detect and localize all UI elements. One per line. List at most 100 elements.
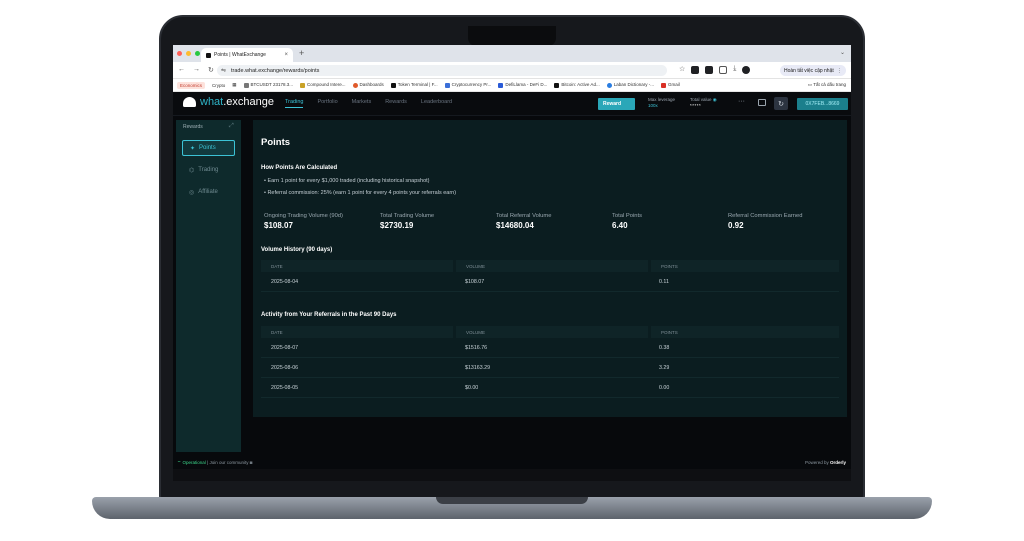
stat-label: Referral Commission Earned	[728, 213, 803, 219]
referral-activity-title: Activity from Your Referrals in the Past…	[261, 312, 397, 318]
nav-link-rewards[interactable]: Rewards	[385, 99, 407, 108]
bookmark-item[interactable]: Crypto	[212, 83, 225, 88]
all-bookmarks-folder[interactable]: ▭ Tất cả dấu trang	[808, 82, 846, 88]
nav-link-leaderboard[interactable]: Leaderboard	[421, 99, 452, 108]
update-button-label: Hoàn tất việc cập nhật	[784, 67, 834, 74]
screen: Points | WhatExchange × + ⌄ ← → ↻ ⇋ trad…	[173, 45, 851, 481]
cell-date: 2025-08-04	[271, 278, 299, 285]
stat-total-points: Total Points 6.40	[612, 213, 642, 230]
stat-ongoing-volume: Ongoing Trading Volume (90d) $108.07	[264, 213, 343, 230]
tab-list-chevron-icon[interactable]: ⌄	[840, 49, 845, 56]
bookmark-item[interactable]: Gmail	[660, 82, 680, 88]
more-menu-icon[interactable]: ···	[738, 98, 745, 105]
cell-volume: $0.00	[465, 384, 479, 391]
sidebar-item-points[interactable]: ✦ Points	[182, 140, 235, 156]
close-window-button[interactable]	[177, 51, 182, 56]
maximize-window-button[interactable]	[195, 51, 200, 56]
cell-date: 2025-08-05	[271, 384, 299, 391]
table-row: 2025-08-06 $13163.29 3.29	[261, 358, 839, 378]
extension-icon[interactable]	[705, 66, 714, 74]
sidebar-item-label: Affiliate	[198, 189, 218, 195]
page-title: Points	[261, 137, 291, 148]
bookmark-item[interactable]: Dashboards	[352, 82, 384, 88]
stat-total-trading-volume: Total Trading Volume $2730.19	[380, 213, 434, 230]
column-header: POINTS	[650, 260, 839, 272]
minimize-window-button[interactable]	[186, 51, 191, 56]
chat-icon[interactable]	[758, 99, 766, 106]
sidebar-item-affiliate[interactable]: ◎ Affiliate	[182, 184, 235, 200]
wifi-icon: ⌔	[177, 460, 182, 465]
bookmark-item[interactable]: Cryptocurrency Pr...	[444, 82, 491, 88]
tab-close-icon[interactable]: ×	[284, 52, 288, 58]
cell-points: 0.11	[659, 278, 669, 285]
nav-link-portfolio[interactable]: Portfolio	[317, 99, 337, 108]
nav-link-markets[interactable]: Markets	[352, 99, 372, 108]
bookmark-item[interactable]: Compound Intere...	[299, 82, 346, 88]
site-info-icon[interactable]: ⇋	[221, 67, 226, 74]
extension-icon[interactable]	[691, 66, 700, 74]
sidebar-item-trading[interactable]: ⌬ Trading	[182, 162, 235, 178]
stat-value: 0.92	[728, 221, 744, 230]
forward-icon[interactable]: →	[193, 66, 200, 74]
grid-icon[interactable]: ▦	[232, 82, 236, 88]
column-header: VOLUME	[455, 326, 648, 338]
bookmark-star-icon[interactable]: ☆	[679, 65, 685, 74]
column-header: POINTS	[650, 326, 839, 338]
stat-total-referral-volume: Total Referral Volume $14680.04	[496, 213, 551, 230]
max-leverage: Max leverage 100x	[648, 97, 675, 109]
column-header: DATE	[261, 326, 453, 338]
top-nav: what.exchange Trading Portfolio Markets …	[173, 92, 851, 116]
address-bar: ← → ↻ ⇋ trade.what.exchange/rewards/poin…	[173, 62, 851, 79]
cell-date: 2025-08-07	[271, 344, 299, 351]
stat-value: $2730.19	[380, 221, 414, 230]
camera-notch	[468, 26, 556, 46]
footer: ⌔ Operational | Join our community ◙ Pow…	[173, 457, 851, 469]
collapse-icon[interactable]: ⤢	[229, 123, 234, 130]
stat-value: $108.07	[264, 221, 293, 230]
community-link[interactable]: Join our community	[209, 460, 248, 465]
bookmark-item[interactable]: DefiLlama - DeFi D...	[498, 82, 547, 88]
refresh-cycle-icon[interactable]: ↻	[774, 97, 788, 110]
bookmark-item[interactable]: Token Terminal | F...	[390, 82, 438, 88]
update-button[interactable]: Hoàn tất việc cập nhật ⋮	[780, 65, 846, 76]
nav-link-trading[interactable]: Trading	[285, 99, 304, 108]
eye-icon[interactable]: ◉	[713, 97, 717, 102]
table-row: 2025-08-04 $108.07 0.11	[261, 272, 839, 292]
logo-mark-icon	[183, 97, 196, 107]
status-label: Operational	[182, 460, 206, 465]
sidebar-title: Rewards	[183, 124, 203, 130]
cell-points: 0.00	[659, 384, 670, 391]
reload-icon[interactable]: ↻	[208, 66, 214, 74]
laptop-base-notch	[436, 497, 588, 504]
rule-item: • Earn 1 point for every $1,000 traded (…	[264, 178, 430, 184]
bookmark-item[interactable]: Bitcoin: Active Ad...	[554, 82, 600, 88]
table-header: DATE VOLUME POINTS	[261, 326, 839, 338]
cell-volume: $13163.29	[465, 364, 491, 371]
puzzle-icon[interactable]	[719, 66, 728, 74]
back-icon[interactable]: ←	[178, 66, 185, 74]
status-indicator[interactable]: ⌔ Operational | Join our community ◙	[177, 460, 252, 466]
window-controls	[177, 51, 200, 56]
stat-value: $14680.04	[496, 221, 534, 230]
bookmarks-bar: Economics Crypto ▦ BTCUSDT 23178.3... Co…	[173, 79, 851, 92]
logo[interactable]: what.exchange	[183, 96, 274, 108]
total-value-value: *****	[690, 103, 702, 108]
orderly-logo: Orderly	[829, 460, 846, 465]
browser-tab[interactable]: Points | WhatExchange ×	[201, 48, 293, 62]
table-row: 2025-08-07 $1516.76 0.38	[261, 338, 839, 358]
download-icon[interactable]: ⤓	[733, 65, 736, 74]
profile-avatar[interactable]	[742, 66, 751, 74]
new-tab-button[interactable]: +	[299, 48, 304, 58]
wallet-address-button[interactable]: 0X7FEB...8669	[797, 98, 848, 110]
referral-activity-table: DATE VOLUME POINTS 2025-08-07 $1516.76 0…	[261, 326, 839, 398]
url-input[interactable]: ⇋ trade.what.exchange/rewards/points	[217, 65, 667, 76]
column-header: DATE	[261, 260, 453, 272]
bookmark-item[interactable]: BTCUSDT 23178.3...	[243, 82, 293, 88]
discord-icon[interactable]: ◙	[250, 460, 253, 465]
bookmark-item[interactable]: Economics	[177, 81, 206, 89]
cell-points: 3.29	[659, 364, 670, 371]
menu-kebab-icon[interactable]: ⋮	[837, 68, 842, 74]
reward-button[interactable]: Reward	[598, 98, 635, 110]
bookmark-item[interactable]: Laban Dictionary -...	[606, 82, 654, 88]
stat-value: 6.40	[612, 221, 628, 230]
